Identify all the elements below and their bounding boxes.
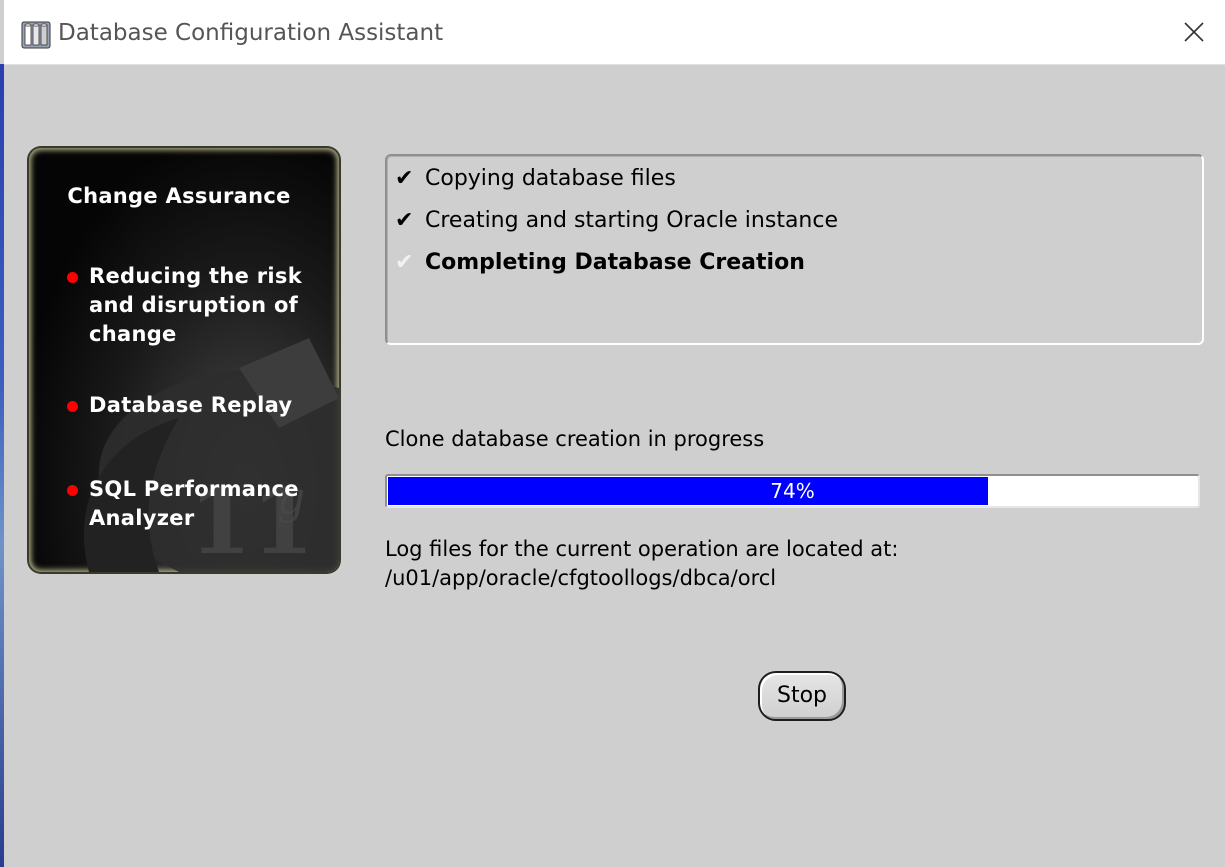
database-app-icon [21,21,51,49]
check-icon: ✔ [395,166,414,191]
close-icon[interactable] [1179,17,1209,47]
bullet-dot [67,401,78,412]
window-title: Database Configuration Assistant [58,20,444,46]
stop-button[interactable]: Stop [758,671,846,721]
step-item: ✔ Creating and starting Oracle instance [395,206,838,236]
check-icon: ✔ [395,208,414,233]
promo-bullet-replay: Database Replay [65,391,339,420]
progress-label: 74% [770,479,815,503]
bullet-dot [67,485,78,496]
dbca-window: Database Configuration Assistant 11 g Ch… [4,0,1225,867]
log-path: /u01/app/oracle/cfgtoollogs/dbca/orcl [385,566,777,590]
log-location-label: Log files for the current operation are … [385,537,899,561]
promo-heading: Change Assurance [67,184,291,208]
promo-bullet-spa: SQL Performance Analyzer [65,475,339,533]
step-list: ✔ Copying database files ✔ Creating and st… [385,154,1204,345]
step-item: ✔ Copying database files [395,164,676,194]
status-text: Clone database creation in progress [385,427,765,451]
step-item-current: ✔ Completing Database Creation [395,248,805,278]
bullet-dot [67,272,78,283]
check-icon: ✔ [395,250,414,275]
title-bar: Database Configuration Assistant [4,0,1225,65]
progress-bar: 74% [385,474,1200,508]
promo-bullet-change: Reducing the risk and disruption of chan… [65,262,339,349]
promo-panel: 11 g Change Assurance Reducing the risk … [29,148,339,572]
